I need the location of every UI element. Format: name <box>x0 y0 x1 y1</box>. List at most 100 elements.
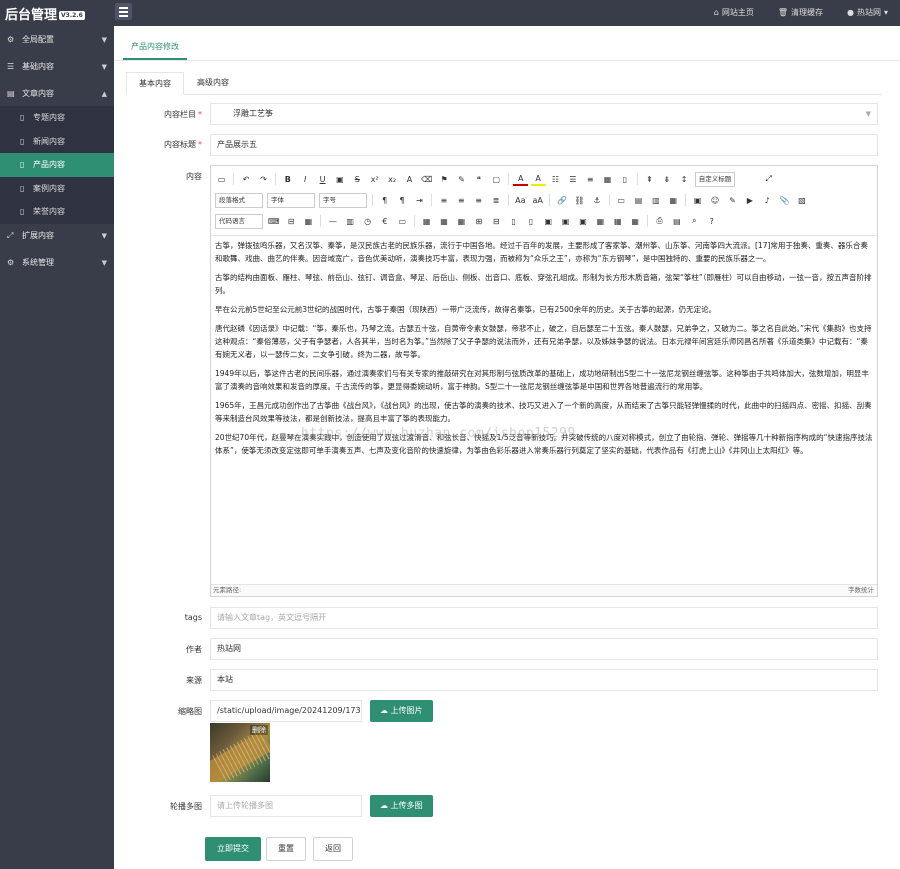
sidebar-toggle-button[interactable] <box>115 3 132 20</box>
sidebar-sub-product[interactable]: ▯ 产品内容 <box>0 153 114 177</box>
sidebar-item-global-config[interactable]: ⚙ 全局配置 ▼ <box>0 28 114 52</box>
subscript-icon[interactable]: x₂ <box>385 172 400 186</box>
align-justify-icon[interactable]: ≣ <box>488 193 503 207</box>
attachment-icon[interactable]: 📎 <box>777 193 792 207</box>
carousel-input[interactable]: 请上传轮播多图 <box>210 795 362 817</box>
clear-cache-link[interactable]: 🗑 清理缓存 <box>778 7 823 18</box>
link-icon[interactable]: 🔗 <box>555 193 570 207</box>
sidebar-item-system[interactable]: ⚙ 系统管理 ▼ <box>0 251 114 275</box>
back-button[interactable]: 返回 <box>313 837 353 861</box>
upload-multiple-button[interactable]: ☁ 上传多图 <box>370 795 433 817</box>
sidebar-sub-news[interactable]: ▯ 新闻内容 <box>0 129 114 153</box>
time-icon[interactable]: ◷ <box>360 214 375 228</box>
align-left-icon[interactable]: ≡ <box>436 193 451 207</box>
align-center-icon[interactable]: ≡ <box>454 193 469 207</box>
template-icon[interactable]: ▦ <box>301 214 316 228</box>
sidebar-item-article-content[interactable]: ▤ 文章内容 ▲ <box>0 82 114 106</box>
split-cells-icon[interactable]: ▦ <box>593 214 608 228</box>
home-link[interactable]: ⌂ 网站主页 <box>714 7 754 18</box>
split-cols-icon[interactable]: ▦ <box>628 214 643 228</box>
clear-doc-icon[interactable]: ▯ <box>617 172 632 186</box>
code-language-select[interactable]: 代码语言 <box>215 213 263 229</box>
rich-text-editor[interactable]: ▭ ↶ ↷ B I U ▣ S x² x₂ A ⌫ ⚑ ✎ ❝ ▢ A A ☷ ☰… <box>210 165 878 597</box>
music-icon[interactable]: ♪ <box>760 193 775 207</box>
eraser-icon[interactable]: ⌫ <box>419 172 434 186</box>
user-menu[interactable]: ● 热站网 ▾ <box>847 7 888 18</box>
rtl-icon[interactable]: ¶ <box>395 193 410 207</box>
tags-input[interactable]: 请输入文章tag，英文逗号隔开 <box>210 607 878 629</box>
app-logo[interactable]: 后台管理 V3.2.6 <box>5 4 85 23</box>
delete-table-icon[interactable]: ▦ <box>437 214 452 228</box>
anchor-icon[interactable]: ⚓ <box>589 193 604 207</box>
split-rows-icon[interactable]: ▦ <box>610 214 625 228</box>
sidebar-sub-case[interactable]: ▯ 案例内容 <box>0 176 114 200</box>
source-input[interactable]: 本站 <box>210 669 878 691</box>
row-spacing-top-icon[interactable]: ⇞ <box>642 172 657 186</box>
submit-button[interactable]: 立即提交 <box>205 837 261 861</box>
special-char-icon[interactable]: € <box>377 214 392 228</box>
unordered-list-icon[interactable]: ☰ <box>565 172 580 186</box>
sidebar-item-extended-content[interactable]: ⤢ 扩展内容 ▼ <box>0 224 114 248</box>
font-size-select[interactable]: 字号 <box>319 192 367 208</box>
wordimage-icon[interactable]: ▭ <box>395 214 410 228</box>
bg-color-icon[interactable]: A <box>530 172 546 186</box>
redo-icon[interactable]: ↷ <box>256 172 271 186</box>
date-icon[interactable]: ▥ <box>343 214 358 228</box>
blockquote-icon[interactable]: ❝ <box>471 172 486 186</box>
category-select[interactable]: 浮雕工艺筝 ▼ <box>210 103 878 125</box>
row-spacing-bottom-icon[interactable]: ⇟ <box>659 172 674 186</box>
ltr-icon[interactable]: ¶ <box>377 193 392 207</box>
delete-row-icon[interactable]: ⊟ <box>489 214 504 228</box>
emotion-icon[interactable]: ☺ <box>708 193 723 207</box>
author-input[interactable]: 热站网 <box>210 638 878 660</box>
insert-table-icon[interactable]: ▦ <box>419 214 434 228</box>
font-size-a-icon[interactable]: A <box>402 172 417 186</box>
autotype-icon[interactable]: ✎ <box>454 172 469 186</box>
underline-icon[interactable]: U <box>315 172 330 186</box>
scrawl-icon[interactable]: ✎ <box>725 193 740 207</box>
align-right-icon[interactable]: ≡ <box>471 193 486 207</box>
superscript-icon[interactable]: x² <box>367 172 382 186</box>
delete-col-icon[interactable]: ▯ <box>523 214 538 228</box>
reset-button[interactable]: 重置 <box>266 837 306 861</box>
unlink-icon[interactable]: ⛓ <box>572 193 587 207</box>
indent-icon[interactable]: ⇥ <box>412 193 427 207</box>
map-icon[interactable]: ▧ <box>794 193 809 207</box>
border-icon[interactable]: ▣ <box>332 172 347 186</box>
tab-product-edit[interactable]: 产品内容修改 <box>123 36 187 60</box>
tab-basic[interactable]: 基本内容 <box>126 72 184 95</box>
upload-image-button[interactable]: ☁ 上传图片 <box>370 700 433 722</box>
merge-cells-icon[interactable]: ▣ <box>541 214 556 228</box>
lowercase-icon[interactable]: aA <box>530 193 545 207</box>
paragraph-format-select[interactable]: 段落格式 <box>215 192 263 208</box>
line-height-icon[interactable]: ↕ <box>677 172 692 186</box>
page-break-icon[interactable]: ⊟ <box>284 214 299 228</box>
image-center-icon[interactable]: ▦ <box>666 193 681 207</box>
sidebar-sub-topic[interactable]: ▯ 专题内容 <box>0 106 114 130</box>
bold-icon[interactable]: B <box>280 172 295 186</box>
code-icon[interactable]: ⌨ <box>266 214 281 228</box>
select-all-icon[interactable]: ▦ <box>600 172 615 186</box>
custom-title-select[interactable]: 自定义标题 <box>694 171 736 187</box>
source-icon[interactable]: ▭ <box>214 172 229 186</box>
sidebar-item-basic-content[interactable]: ☰ 基础内容 ▼ <box>0 55 114 79</box>
delete-thumbnail-button[interactable]: 删除 <box>250 725 268 735</box>
insert-row-icon[interactable]: ⊞ <box>471 214 486 228</box>
thumbnail-path-input[interactable]: /static/upload/image/20241209/173375 <box>210 700 362 722</box>
search-replace-icon[interactable]: ⌕ <box>687 214 702 228</box>
insert-paragraph-icon[interactable]: ▦ <box>454 214 469 228</box>
tab-advanced[interactable]: 高级内容 <box>184 72 242 95</box>
print-icon[interactable]: ⎙ <box>652 214 667 228</box>
pasteplain-icon[interactable]: ▢ <box>489 172 504 186</box>
image-icon[interactable]: ▣ <box>690 193 705 207</box>
image-left-icon[interactable]: ▤ <box>631 193 646 207</box>
list-icon[interactable]: ≡ <box>583 172 598 186</box>
font-color-icon[interactable]: A <box>513 172 529 186</box>
italic-icon[interactable]: I <box>298 172 313 186</box>
horizontal-rule-icon[interactable]: — <box>325 214 340 228</box>
video-icon[interactable]: ▶ <box>742 193 757 207</box>
merge-down-icon[interactable]: ▣ <box>576 214 591 228</box>
image-none-icon[interactable]: ▭ <box>614 193 629 207</box>
uppercase-icon[interactable]: Aa <box>513 193 528 207</box>
insert-col-icon[interactable]: ▯ <box>506 214 521 228</box>
